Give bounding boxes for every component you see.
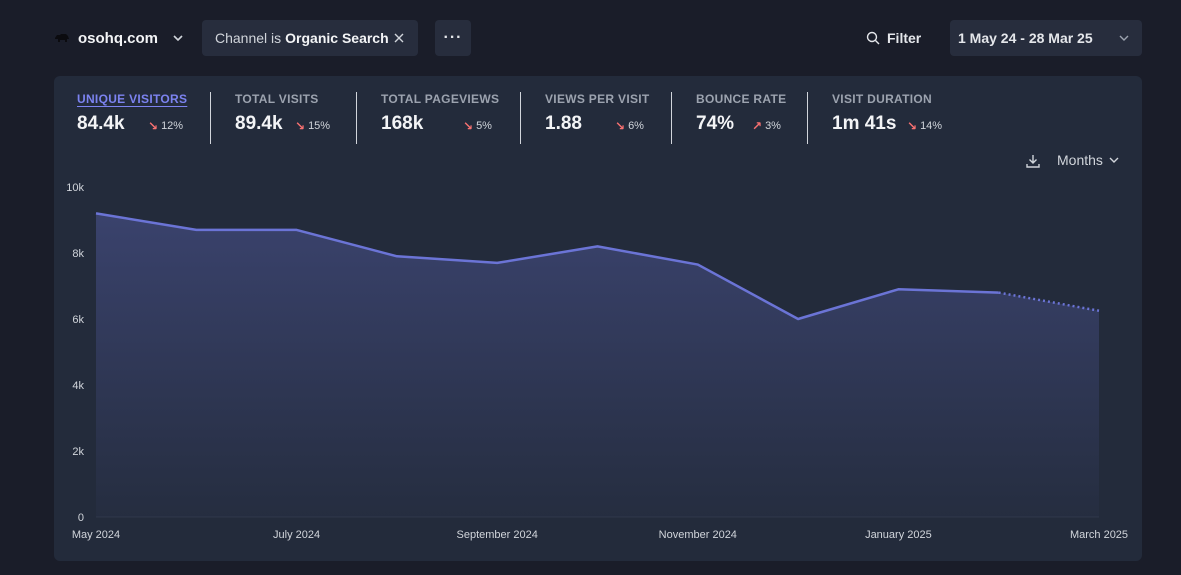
y-tick-label: 4k <box>72 380 84 392</box>
y-tick-label: 0 <box>78 512 84 524</box>
x-tick-label: November 2024 <box>659 529 737 541</box>
stats-panel: UNIQUE VISITORS 84.4k ↘ 12% TOTAL VISITS 89.4… <box>54 76 1142 561</box>
x-tick-label: September 2024 <box>457 529 538 541</box>
x-tick-label: March 2025 <box>1070 529 1128 541</box>
search-icon <box>866 31 880 45</box>
y-tick-label: 2k <box>72 446 84 458</box>
chevron-down-icon <box>1119 35 1129 41</box>
x-tick-label: May 2024 <box>72 529 120 541</box>
filter-label: Filter <box>887 30 922 46</box>
filter-chip-channel[interactable]: Channel is Organic Search <box>202 20 418 56</box>
site-switcher[interactable]: osohq.com <box>54 20 184 56</box>
x-tick-label: July 2024 <box>273 529 320 541</box>
x-tick-label: January 2025 <box>865 529 932 541</box>
filter-button[interactable]: Filter <box>866 20 921 56</box>
date-range-label: 1 May 24 - 28 Mar 25 <box>958 30 1093 46</box>
area-fill <box>96 213 1099 517</box>
y-tick-label: 10k <box>66 182 84 194</box>
visitors-chart: 0 2k 4k 6k 8k 10k May 2024 July 2024 September 2… <box>66 182 1128 541</box>
site-name: osohq.com <box>78 29 159 47</box>
y-tick-label: 6k <box>72 314 84 326</box>
filter-chip-value: Organic Search <box>285 30 389 46</box>
top-bar: osohq.com Channel is Organic Search ··· … <box>0 20 1181 56</box>
filter-chip-prefix: Channel is <box>215 30 282 46</box>
chevron-down-icon <box>173 35 183 42</box>
y-tick-label: 8k <box>72 248 84 260</box>
bear-logo-icon <box>55 34 69 42</box>
date-range-picker[interactable]: 1 May 24 - 28 Mar 25 <box>950 20 1142 56</box>
close-icon[interactable] <box>394 33 404 43</box>
more-options-button[interactable]: ··· <box>435 20 471 56</box>
